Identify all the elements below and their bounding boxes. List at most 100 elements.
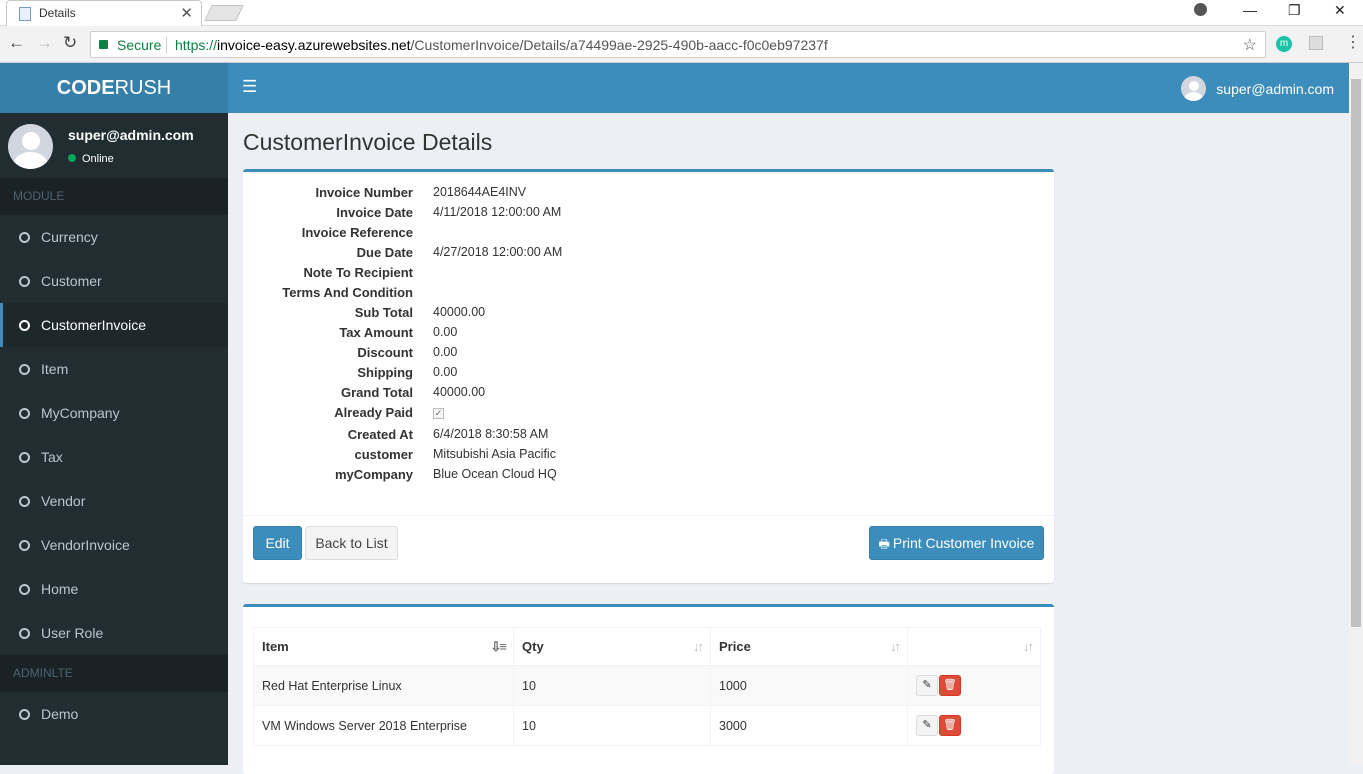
- logo-light: RUSH: [114, 77, 172, 99]
- url-protocol: https://: [175, 37, 218, 53]
- minimize-icon[interactable]: —: [1243, 2, 1257, 18]
- detail-row: Grand Total 40000.00: [243, 385, 1054, 405]
- cell-actions: ✎ 🗑: [907, 665, 1041, 706]
- sort-icon: ↓↑: [890, 639, 901, 654]
- scrollbar-thumb[interactable]: [1351, 79, 1361, 627]
- browser-tab-strip: Details ✕ — ❐ ✕: [0, 0, 1363, 26]
- address-bar[interactable]: Secure https://invoice-easy.azurewebsite…: [90, 31, 1266, 58]
- column-header-item[interactable]: Item ⇩≡: [253, 627, 514, 667]
- sidebar-item-label: Item: [41, 361, 69, 377]
- field-label: Sub Total: [354, 305, 413, 320]
- field-value: 2018644AE4INV: [433, 185, 527, 199]
- cell-item: VM Windows Server 2018 Enterprise: [253, 705, 514, 746]
- extension-icon[interactable]: m: [1276, 36, 1292, 52]
- cell-qty: 10: [513, 665, 711, 706]
- column-label: Item: [262, 638, 289, 654]
- detail-row: Shipping 0.00: [243, 365, 1054, 385]
- field-value: 4/27/2018 12:00:00 AM: [433, 245, 563, 259]
- field-value: Mitsubishi Asia Pacific: [433, 447, 556, 461]
- items-table: Item ⇩≡ Qty ↓↑ Price ↓↑ ↓↑ Red Hat Enterpri…: [253, 627, 1041, 746]
- column-header-qty[interactable]: Qty ↓↑: [513, 627, 711, 667]
- bookmark-star-icon[interactable]: ☆: [1243, 35, 1257, 55]
- detail-row: Note To Recipient: [243, 265, 1054, 285]
- field-label: Invoice Reference: [301, 225, 413, 240]
- browser-menu-icon[interactable]: ⋮: [1345, 32, 1361, 52]
- field-label: Note To Recipient: [303, 265, 413, 280]
- app-logo[interactable]: CODERUSH: [0, 63, 228, 113]
- sidebar-item-label: Customer: [41, 273, 102, 289]
- restore-icon[interactable]: ❐: [1288, 2, 1301, 19]
- field-label: Discount: [357, 345, 413, 360]
- circle-icon: [19, 628, 30, 639]
- tab-title: Details: [39, 6, 76, 20]
- sidebar-item-demo[interactable]: Demo: [0, 692, 228, 736]
- back-to-list-button[interactable]: Back to List: [305, 526, 398, 560]
- detail-row: Discount 0.00: [243, 345, 1054, 365]
- edit-button[interactable]: Edit: [253, 526, 302, 560]
- profile-icon[interactable]: [1194, 3, 1207, 16]
- logo-bold: CODE: [56, 77, 115, 99]
- browser-tab[interactable]: Details ✕: [6, 0, 202, 26]
- close-window-icon[interactable]: ✕: [1334, 2, 1346, 19]
- detail-row: Tax Amount 0.00: [243, 325, 1054, 345]
- sidebar-item-vendor[interactable]: Vendor: [0, 479, 228, 523]
- printer-icon: 🖶: [878, 537, 890, 551]
- field-value: Blue Ocean Cloud HQ: [433, 467, 557, 481]
- user-menu[interactable]: super@admin.com: [1181, 76, 1334, 101]
- sidebar-item-customer[interactable]: Customer: [0, 259, 228, 303]
- menu-toggle-icon[interactable]: ☰: [242, 77, 257, 97]
- field-label: Grand Total: [341, 385, 413, 400]
- circle-icon: [19, 276, 30, 287]
- url-text[interactable]: https://invoice-easy.azurewebsites.net/C…: [175, 37, 828, 53]
- cell-qty: 10: [513, 705, 711, 746]
- extension-icon-2[interactable]: [1309, 36, 1323, 50]
- back-arrow-icon[interactable]: ←: [8, 33, 25, 53]
- detail-row: myCompany Blue Ocean Cloud HQ: [243, 467, 1054, 487]
- cell-price: 3000: [710, 705, 908, 746]
- sidebar-item-customerinvoice[interactable]: CustomerInvoice: [0, 303, 228, 347]
- detail-row: Already Paid ✓: [243, 405, 1054, 427]
- circle-icon: [19, 320, 30, 331]
- already-paid-checkbox: ✓: [433, 405, 444, 419]
- details-list: Invoice Number 2018644AE4INV Invoice Date…: [243, 185, 1054, 487]
- field-label: Invoice Date: [336, 205, 413, 220]
- sidebar-section-header: MODULE: [0, 178, 228, 215]
- sidebar-user-name: super@admin.com: [68, 127, 194, 143]
- print-invoice-button[interactable]: 🖶 Print Customer Invoice: [869, 526, 1044, 560]
- table-row: Red Hat Enterprise Linux 10 1000 ✎ 🗑: [253, 665, 1041, 706]
- sidebar-item-user-role[interactable]: User Role: [0, 611, 228, 655]
- reload-icon[interactable]: ↻: [63, 33, 77, 53]
- sidebar-item-currency[interactable]: Currency: [0, 215, 228, 259]
- sort-icon: ↓↑: [1023, 639, 1034, 654]
- field-value: 0.00: [433, 345, 458, 359]
- trash-icon[interactable]: 🗑: [939, 715, 961, 736]
- url-host: invoice-easy.azurewebsites.net: [217, 37, 411, 53]
- column-header-price[interactable]: Price ↓↑: [710, 627, 908, 667]
- page-scrollbar[interactable]: [1349, 63, 1363, 765]
- check-icon: ✓: [433, 408, 444, 419]
- details-box: Invoice Number 2018644AE4INV Invoice Date…: [243, 169, 1054, 583]
- close-tab-icon[interactable]: ✕: [180, 4, 193, 22]
- status-badge[interactable]: Online: [68, 153, 114, 165]
- cell-price: 1000: [710, 665, 908, 706]
- sidebar-item-item[interactable]: Item: [0, 347, 228, 391]
- sidebar-item-mycompany[interactable]: MyCompany: [0, 391, 228, 435]
- sidebar-item-home[interactable]: Home: [0, 567, 228, 611]
- sidebar-item-tax[interactable]: Tax: [0, 435, 228, 479]
- sidebar-item-label: Vendor: [41, 493, 86, 509]
- column-header-actions[interactable]: ↓↑: [907, 627, 1041, 667]
- new-tab-button[interactable]: [204, 5, 244, 21]
- url-path: /CustomerInvoice/Details/a74499ae-2925-4…: [410, 37, 828, 53]
- pencil-icon[interactable]: ✎: [916, 715, 938, 736]
- sidebar-item-label: User Role: [41, 625, 104, 641]
- field-label: Already Paid: [334, 405, 413, 420]
- sidebar-item-vendorinvoice[interactable]: VendorInvoice: [0, 523, 228, 567]
- circle-icon: [19, 709, 30, 720]
- forward-arrow-icon[interactable]: →: [36, 33, 53, 53]
- cell-actions: ✎ 🗑: [907, 705, 1041, 746]
- pencil-icon[interactable]: ✎: [916, 675, 938, 697]
- user-email: super@admin.com: [1216, 80, 1334, 97]
- trash-icon[interactable]: 🗑: [939, 675, 961, 697]
- circle-icon: [19, 452, 30, 463]
- sidebar-item-label: Currency: [41, 229, 98, 245]
